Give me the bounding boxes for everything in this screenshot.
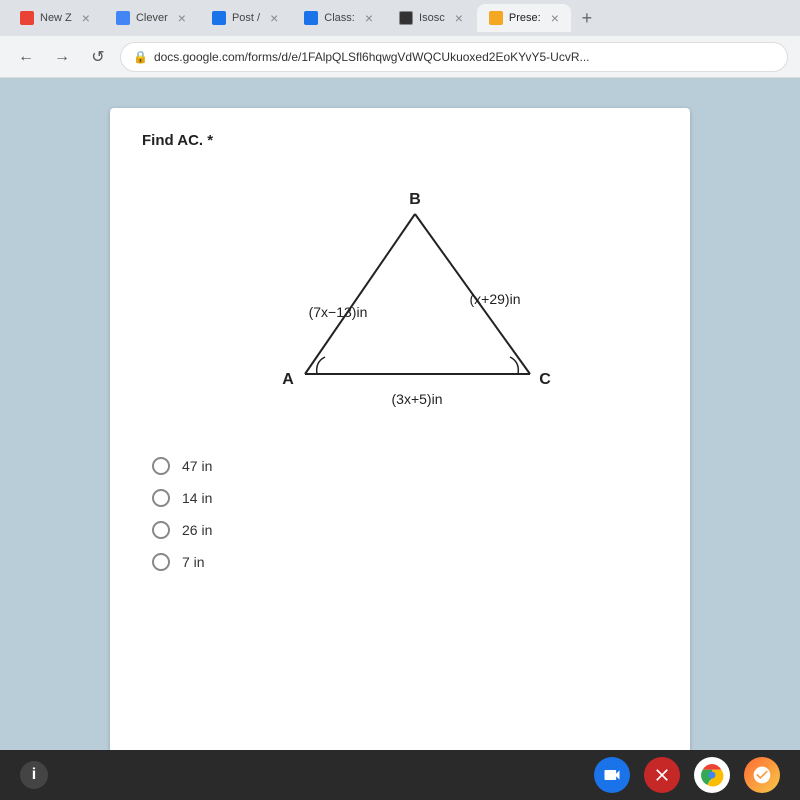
tab-close-class[interactable]: × [365,10,373,26]
side-ab-label: (7x−13)in [309,304,368,320]
answer-text-47: 47 in [182,458,212,474]
back-button[interactable]: ← [12,43,40,71]
tab-close-clever[interactable]: × [178,10,186,26]
tab-label-preset: Prese: [509,12,541,24]
tab-close-isosc[interactable]: × [455,10,463,26]
option-26[interactable]: 26 in [152,521,658,539]
tab-clever[interactable]: Clever × [104,4,198,32]
tab-close-gmail[interactable]: × [82,10,90,26]
taskbar-left: i [20,761,48,789]
radio-26[interactable] [152,521,170,539]
answer-text-7: 7 in [182,554,205,570]
side-ac-label: (3x+5)in [392,391,443,407]
answer-text-26: 26 in [182,522,212,538]
tab-post[interactable]: Post / × [200,4,290,32]
tab-icon-post [212,11,226,25]
extra-icon[interactable] [744,757,780,793]
close-icon[interactable] [644,757,680,793]
option-47[interactable]: 47 in [152,457,658,475]
lock-icon: 🔒 [133,50,148,64]
vertex-c-label: C [539,371,551,388]
vertex-a-label: A [282,371,294,388]
triangle-container: B A C (7x−13)in (x+29)in (3x+5)in [142,169,658,429]
nav-bar: ← → ↺ 🔒 docs.google.com/forms/d/e/1FAlpQ… [0,36,800,78]
option-14[interactable]: 14 in [152,489,658,507]
refresh-button[interactable]: ↺ [84,43,112,71]
tab-label-post: Post / [232,12,260,24]
tab-label-isosc: Isosc [419,12,445,24]
tab-label-class: Class: [324,12,355,24]
chrome-icon[interactable] [694,757,730,793]
tab-label-gmail: New Z [40,12,72,24]
answer-text-14: 14 in [182,490,212,506]
new-tab-button[interactable]: + [573,4,601,32]
tab-icon-preset [489,11,503,25]
browser-chrome: New Z × Clever × Post / × Class: × Isosc… [0,0,800,78]
address-bar[interactable]: 🔒 docs.google.com/forms/d/e/1FAlpQLSfl6h… [120,42,788,72]
side-bc-label: (x+29)in [470,291,521,307]
tab-close-post[interactable]: × [270,10,278,26]
info-button[interactable]: i [20,761,48,789]
question-title: Find AC. * [142,132,658,149]
option-7[interactable]: 7 in [152,553,658,571]
radio-7[interactable] [152,553,170,571]
tab-preset[interactable]: Prese: × [477,4,571,32]
tab-icon-class [304,11,318,25]
radio-47[interactable] [152,457,170,475]
taskbar-right [594,757,780,793]
vertex-b-label: B [409,191,421,208]
taskbar: i [0,750,800,800]
address-text: docs.google.com/forms/d/e/1FAlpQLSfl6hqw… [154,50,590,64]
page-content: Find AC. * B A C (7x−13)in (x+ [0,78,800,800]
tab-label-clever: Clever [136,12,168,24]
tab-close-preset[interactable]: × [551,10,559,26]
question-card: Find AC. * B A C (7x−13)in (x+ [110,108,690,800]
forward-button[interactable]: → [48,43,76,71]
tab-icon-clever [116,11,130,25]
tab-gmail[interactable]: New Z × [8,4,102,32]
triangle-diagram: B A C (7x−13)in (x+29)in (3x+5)in [230,169,570,429]
tab-class[interactable]: Class: × [292,4,385,32]
radio-14[interactable] [152,489,170,507]
video-camera-icon[interactable] [594,757,630,793]
answer-options: 47 in 14 in 26 in 7 in [142,457,658,571]
tab-isosc[interactable]: Isosc × [387,4,475,32]
tab-icon-isosc [399,11,413,25]
tab-icon-gmail [20,11,34,25]
tab-bar: New Z × Clever × Post / × Class: × Isosc… [0,0,800,36]
